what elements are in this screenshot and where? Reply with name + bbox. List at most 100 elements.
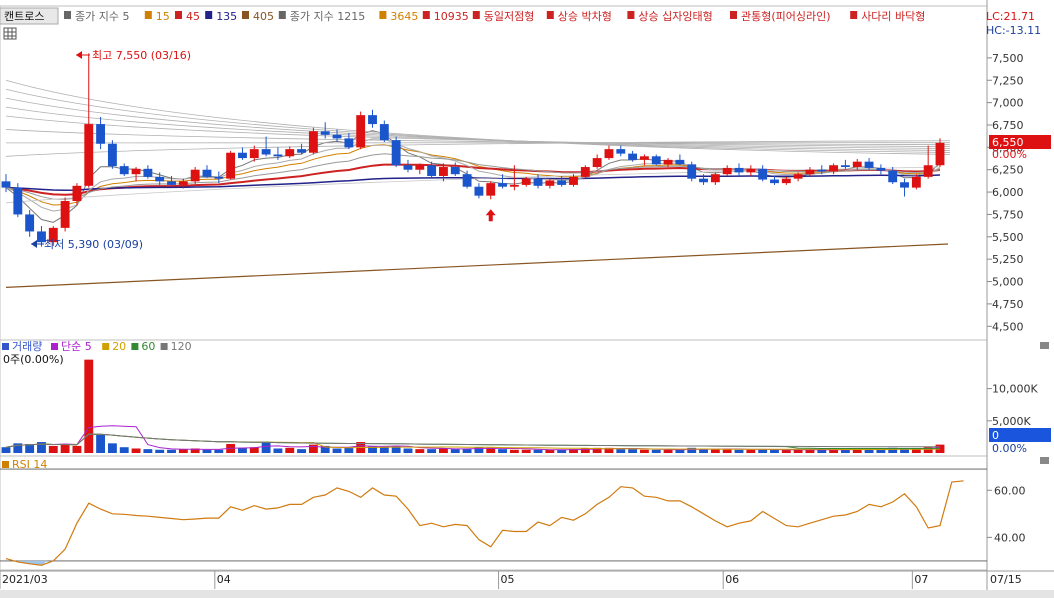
pattern-label: 관통형(피어싱라인) <box>741 10 831 23</box>
candle-body <box>427 165 437 176</box>
low-label: 최저 5,390 (03/09) <box>44 238 143 251</box>
candle-body <box>297 149 307 153</box>
candle-body <box>770 179 779 184</box>
candle-body <box>178 181 188 185</box>
candle-body <box>533 178 543 186</box>
candle-body <box>84 124 94 186</box>
pattern-swatch <box>627 11 635 19</box>
volume-bar <box>781 449 791 453</box>
candle-body <box>143 168 153 177</box>
price-tick-label: 6,000 <box>992 186 1024 199</box>
legend-item: 종가 지수 5 <box>75 10 129 23</box>
volume-bar <box>261 442 271 453</box>
volume-bar <box>663 449 673 453</box>
volume-bar <box>628 449 638 453</box>
volume-bar <box>427 449 437 453</box>
candle-body <box>96 124 106 144</box>
candle-body <box>226 152 236 179</box>
volume-bar <box>107 443 117 453</box>
volume-legend-item: 60 <box>141 340 155 353</box>
candle-body <box>1 181 11 188</box>
date-label: 04 <box>217 573 231 586</box>
candle-body <box>545 180 555 186</box>
date-label: 07 <box>914 573 928 586</box>
candle-body <box>462 174 472 187</box>
pattern-swatch <box>730 11 737 19</box>
volume-bar <box>96 434 106 453</box>
legend-swatch <box>278 11 286 19</box>
rsi-panel-collapse-button[interactable] <box>1040 457 1049 464</box>
candle-body <box>722 167 732 175</box>
candle-body <box>13 187 23 215</box>
legend-item: 10935 <box>434 10 469 23</box>
legend-swatch <box>422 11 430 19</box>
volume-bar <box>167 449 176 453</box>
price-tick-label: 6,750 <box>992 119 1024 132</box>
candle-body <box>285 149 295 157</box>
candle-body <box>249 149 259 159</box>
grid-icon[interactable] <box>3 27 17 40</box>
candle-body <box>699 178 708 183</box>
hc-value: HC:-13.11 <box>986 24 1041 37</box>
volume-bar <box>143 449 153 453</box>
legend-swatch <box>144 11 152 19</box>
price-tick-label: 5,250 <box>992 253 1024 266</box>
volume-bar <box>379 447 389 453</box>
candle-body <box>486 183 496 196</box>
volume-value-text: 0주(0.00%) <box>3 353 64 366</box>
candle-body <box>651 156 661 165</box>
current-volume-pct: 0.00% <box>992 442 1027 455</box>
candle-body <box>368 115 377 125</box>
volume-legend-swatch <box>2 343 9 350</box>
candle-body <box>592 158 602 168</box>
price-tick-label: 7,000 <box>992 97 1024 110</box>
legend-item: 3645 <box>390 10 418 23</box>
candle-body <box>131 168 141 175</box>
volume-legend-item: 20 <box>112 340 126 353</box>
candle-body <box>107 143 117 167</box>
legend-swatch <box>242 11 249 19</box>
high-annotation: 최고 7,550 (03/16) <box>76 49 191 62</box>
legend-item: 405 <box>253 10 274 23</box>
volume-bar <box>238 447 247 453</box>
volume-bar <box>48 445 58 453</box>
volume-bar <box>639 449 649 453</box>
volume-bar <box>155 449 165 453</box>
volume-bar <box>498 449 507 453</box>
candle-body <box>758 168 768 180</box>
volume-bar <box>202 449 212 453</box>
volume-bar <box>119 447 129 453</box>
candle-body <box>190 169 200 182</box>
candle-body <box>888 170 898 183</box>
pattern-label: 상승 박차형 <box>558 10 612 23</box>
candle-body <box>793 174 803 179</box>
legend-swatch <box>379 11 387 19</box>
candle-body <box>923 165 933 177</box>
volume-bar <box>734 449 744 453</box>
candle-body <box>900 182 909 188</box>
candle-body <box>356 115 366 148</box>
volume-bar <box>60 444 70 453</box>
legend: 종가 지수 5 15 45 135 405 종가 지수 1215 3645 10935 동일저점… <box>64 9 925 23</box>
candle-body <box>829 165 839 172</box>
candle-body <box>557 180 567 185</box>
volume-tick-label: 5,000K <box>992 415 1031 428</box>
volume-panel-collapse-button[interactable] <box>1040 342 1049 349</box>
candle-body <box>320 131 330 135</box>
candle-body <box>474 186 484 196</box>
volume-bar <box>403 448 413 453</box>
legend-swatch <box>64 11 71 19</box>
volume-bar <box>450 449 460 453</box>
stock-chart[interactable]: 7,5007,2507,0006,7506,5006,2506,0005,750… <box>0 0 1054 598</box>
pattern-label: 동일저점형 <box>484 9 535 23</box>
candle-body <box>379 124 389 141</box>
candle-body <box>911 176 921 188</box>
chart-name: 캔트로스 <box>4 10 44 23</box>
candle-body <box>391 140 401 166</box>
volume-bar <box>214 449 224 453</box>
chart-background <box>0 0 1054 598</box>
candle-body <box>734 167 744 173</box>
volume-bar <box>308 444 318 453</box>
candle-body <box>344 138 354 148</box>
volume-bar <box>864 449 874 453</box>
